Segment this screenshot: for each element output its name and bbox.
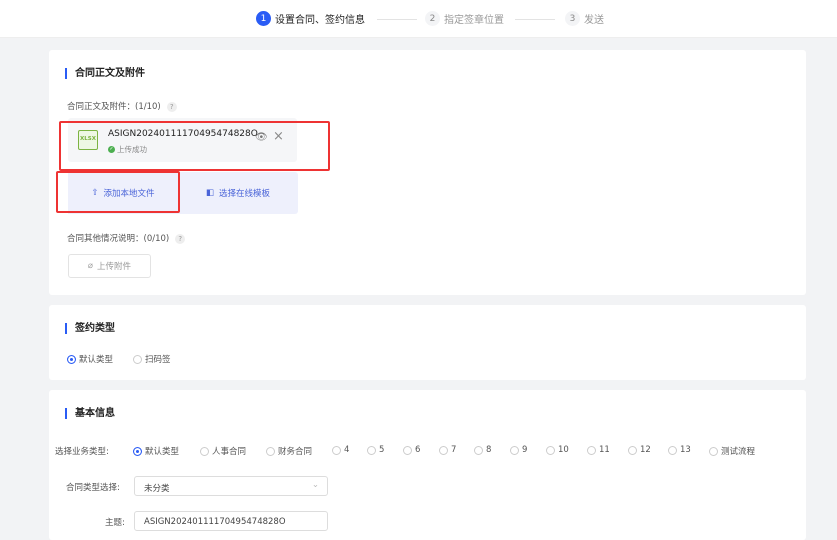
radio-biz-type[interactable]: 7 (439, 445, 456, 455)
radio-label: 财务合同 (278, 447, 313, 457)
radio-biz-type[interactable]: 8 (474, 445, 491, 455)
step-2[interactable]: 2 指定签章位置 (425, 11, 504, 26)
radio-label: 测试流程 (721, 447, 756, 457)
radio-label: 8 (486, 445, 492, 455)
paperclip-icon: ⌀ (87, 261, 94, 271)
radio-label: 默认类型 (145, 447, 180, 457)
subject-input[interactable]: ASIGN20240111170495474828O (134, 511, 328, 531)
radio-biz-type[interactable]: 6 (403, 445, 420, 455)
steps-bar: 1 设置合同、签约信息 2 指定签章位置 3 发送 (0, 0, 837, 38)
step-label: 指定签章位置 (444, 15, 504, 26)
radio-label: 6 (415, 445, 421, 455)
subject-label: 主题: (105, 518, 125, 528)
attachments-card: 合同正文及附件 合同正文及附件：(1/10)? XLSX ASIGN202401… (49, 50, 806, 295)
radio-icon (67, 354, 76, 364)
radio-label: 4 (344, 445, 350, 455)
button-label: 选择在线模板 (219, 189, 271, 199)
radio-icon (266, 446, 275, 456)
select-value: 未分类 (144, 484, 170, 494)
radio-label: 13 (680, 445, 691, 455)
step-number: 2 (425, 11, 440, 26)
radio-icon (668, 445, 677, 455)
section-title: 签约类型 (65, 323, 115, 334)
radio-icon (367, 445, 376, 455)
radio-label: 10 (558, 445, 569, 455)
highlight-box (56, 171, 180, 213)
button-label: 上传附件 (97, 262, 132, 272)
biz-type-label: 选择业务类型: (55, 447, 109, 457)
radio-label: 5 (379, 445, 385, 455)
files-count: 合同正文及附件：(1/10) (67, 102, 161, 112)
radio-scan[interactable]: 扫码签 (133, 353, 171, 365)
radio-icon (439, 445, 448, 455)
input-value: ASIGN20240111170495474828O (144, 517, 286, 527)
section-title: 合同正文及附件 (65, 68, 145, 79)
radio-biz-type[interactable]: 默认类型 (133, 445, 179, 457)
radio-biz-type[interactable]: 4 (332, 445, 349, 455)
radio-icon (332, 445, 341, 455)
contract-type-select[interactable]: 未分类 ⌄ (134, 476, 328, 496)
step-3[interactable]: 3 发送 (565, 11, 604, 26)
radio-icon (587, 445, 596, 455)
radio-icon (403, 445, 412, 455)
choose-template-button[interactable]: ◧ 选择在线模板 (178, 172, 298, 214)
highlight-box (59, 121, 330, 171)
other-count: 合同其他情况说明：(0/10) (67, 234, 170, 244)
other-label: 合同其他情况说明：(0/10)? (67, 232, 186, 244)
template-icon: ◧ (205, 188, 214, 198)
radio-label: 人事合同 (212, 447, 247, 457)
step-number: 1 (256, 11, 271, 26)
step-divider (377, 19, 417, 20)
radio-label: 默认类型 (79, 355, 114, 365)
radio-icon (133, 354, 142, 364)
step-label: 发送 (584, 15, 604, 26)
radio-biz-type[interactable]: 11 (587, 445, 610, 455)
radio-label: 12 (640, 445, 651, 455)
step-label: 设置合同、签约信息 (275, 15, 365, 26)
step-1[interactable]: 1 设置合同、签约信息 (256, 11, 365, 26)
radio-label: 扫码签 (145, 355, 171, 365)
radio-biz-type[interactable]: 10 (546, 445, 569, 455)
radio-biz-type[interactable]: 测试流程 (709, 445, 755, 457)
radio-icon (709, 446, 718, 456)
step-number: 3 (565, 11, 580, 26)
radio-biz-type[interactable]: 5 (367, 445, 384, 455)
radio-icon (510, 445, 519, 455)
contract-type-label: 合同类型选择: (66, 483, 120, 493)
basic-info-card: 基本信息 选择业务类型: 默认类型 人事合同 财务合同 4 5 6 7 8 9 10 11 12 13 测… (49, 390, 806, 540)
upload-attachment-button[interactable]: ⌀ 上传附件 (68, 254, 151, 278)
radio-biz-type[interactable]: 12 (628, 445, 651, 455)
radio-label: 11 (599, 445, 610, 455)
radio-biz-type[interactable]: 9 (510, 445, 527, 455)
section-title: 基本信息 (65, 408, 115, 419)
radio-label: 9 (522, 445, 528, 455)
radio-icon (200, 446, 209, 456)
sign-type-card: 签约类型 默认类型 扫码签 (49, 305, 806, 380)
radio-biz-type[interactable]: 财务合同 (266, 445, 312, 457)
radio-icon (133, 446, 142, 456)
radio-default[interactable]: 默认类型 (67, 353, 113, 365)
radio-icon (546, 445, 555, 455)
chevron-down-icon: ⌄ (311, 480, 319, 490)
radio-biz-type[interactable]: 13 (668, 445, 691, 455)
help-icon[interactable]: ? (166, 102, 177, 112)
files-label: 合同正文及附件：(1/10)? (67, 100, 177, 112)
radio-label: 7 (451, 445, 457, 455)
step-divider (515, 19, 555, 20)
radio-biz-type[interactable]: 人事合同 (200, 445, 246, 457)
help-icon[interactable]: ? (175, 234, 186, 244)
radio-icon (474, 445, 483, 455)
radio-icon (628, 445, 637, 455)
